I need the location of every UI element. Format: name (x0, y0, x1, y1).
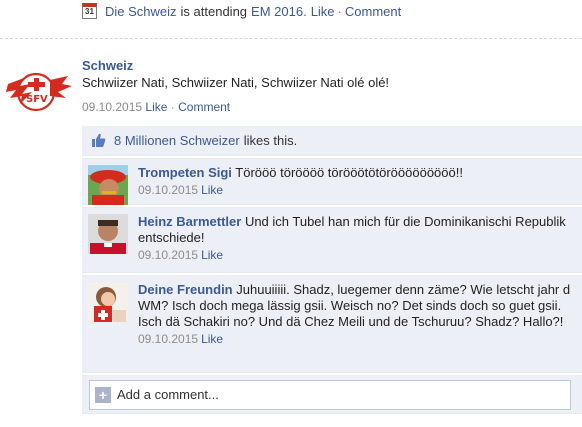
calendar-icon: 31 (82, 3, 97, 19)
swiss-football-logo-icon[interactable]: SFV (2, 68, 74, 112)
post-text: Schwiizer Nati, Schwiizer Nati, Schwiize… (82, 75, 390, 90)
post-like-link[interactable]: Like (145, 100, 167, 114)
separator: · (337, 3, 342, 19)
thumbs-up-icon (91, 133, 106, 148)
post-author[interactable]: Schweiz (82, 58, 133, 73)
avatar[interactable] (88, 214, 128, 254)
comment-meta: 09.10.2015 Like (138, 331, 574, 347)
page-link[interactable]: Die Schweiz (105, 4, 177, 19)
event-link[interactable]: EM 2016. (251, 4, 307, 19)
post-meta: 09.10.2015 Like · Comment (82, 100, 230, 114)
comment-item: Deine Freundin Juhuuiiiii. Shadz, luegem… (82, 275, 582, 373)
likes-summary: 8 Millionen Schweizer likes this. (82, 126, 582, 156)
comment-text: Törööö töröööö törööötötörööööööööö!! (235, 165, 463, 180)
comment-body: Deine Freundin Juhuuiiiii. Shadz, luegem… (138, 282, 574, 366)
comment-author[interactable]: Deine Freundin (138, 282, 233, 297)
comment-author[interactable]: Trompeten Sigi (138, 165, 232, 180)
comment-like-link[interactable]: Like (201, 332, 223, 346)
comment-item: Heinz Barmettler Und ich Tubel han mich … (82, 207, 582, 273)
likes-count-link[interactable]: 8 Millionen Schweizer (114, 133, 240, 148)
activity-verb: is attending (180, 3, 248, 19)
comment-like-link[interactable]: Like (201, 248, 223, 262)
comment-body: Heinz Barmettler Und ich Tubel han mich … (138, 214, 574, 266)
add-comment-placeholder: Add a comment... (117, 387, 219, 402)
activity-like-link[interactable]: Like (311, 4, 335, 19)
activity-comment-link[interactable]: Comment (345, 4, 401, 19)
comment-timestamp[interactable]: 09.10.2015 (138, 332, 198, 346)
svg-text:SFV: SFV (26, 94, 48, 105)
avatar[interactable] (88, 165, 128, 205)
comment-timestamp[interactable]: 09.10.2015 (138, 248, 198, 262)
separator: · (170, 100, 175, 114)
divider (0, 38, 582, 39)
plus-icon: + (95, 386, 111, 403)
comment-author[interactable]: Heinz Barmettler (138, 214, 241, 229)
feedback-box: 8 Millionen Schweizer likes this. Trompe… (82, 126, 582, 416)
likes-suffix: likes this. (243, 133, 298, 148)
comment-meta: 09.10.2015 Like (138, 247, 574, 263)
add-comment-input[interactable]: + Add a comment... (89, 379, 571, 410)
activity-line: 31 Die Schweiz is attending EM 2016. Lik… (82, 1, 401, 21)
comment-body: Trompeten Sigi Törööö töröööö törööötötö… (138, 165, 463, 198)
avatar[interactable] (88, 282, 128, 322)
add-comment-row: + Add a comment... (82, 375, 582, 414)
post-comment-link[interactable]: Comment (178, 100, 230, 114)
comment-timestamp[interactable]: 09.10.2015 (138, 183, 198, 197)
comment-meta: 09.10.2015 Like (138, 182, 463, 198)
post-timestamp[interactable]: 09.10.2015 (82, 100, 142, 114)
comment-item: Trompeten Sigi Törööö töröööö törööötötö… (82, 158, 582, 205)
comment-like-link[interactable]: Like (201, 183, 223, 197)
